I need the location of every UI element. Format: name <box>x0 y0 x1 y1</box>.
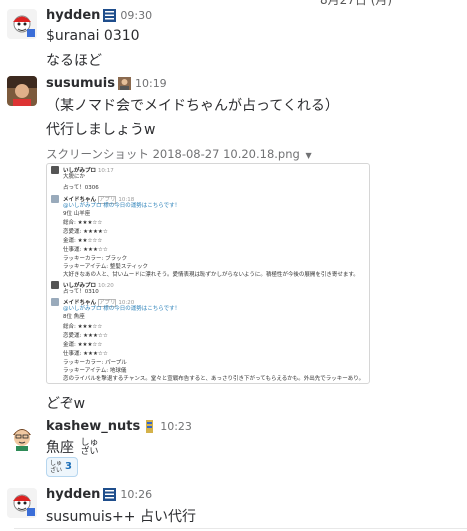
reaction-count: 3 <box>65 461 72 472</box>
status-emoji-icon <box>143 420 156 433</box>
avatar[interactable] <box>7 9 37 39</box>
thumb-text: 占って！0306 <box>63 185 99 191</box>
thumb-sender: いしがみプロ 10:20 <box>63 283 114 289</box>
avatar[interactable] <box>7 488 37 518</box>
thumb-text: ラッキーアイテム: 整髪スティック <box>63 264 149 270</box>
avatar-photo-icon <box>7 76 37 106</box>
thumb-sender: メイドちゃん アプリ 10:18 <box>63 196 135 204</box>
thumb-text: 金運: ★★☆☆☆ <box>63 238 103 244</box>
thumb-text: 8位 魚座 <box>63 314 85 320</box>
sender-name[interactable]: hydden 10:26 <box>46 487 152 502</box>
reaction-button[interactable]: しゅ ざい 3 <box>46 457 78 477</box>
message-text: （某ノマド会でメイドちゃんが占ってくれる） <box>46 98 339 114</box>
thumb-text: ラッキーカラー: パープル <box>63 360 127 366</box>
thumb-sender: メイドちゃん アプリ 10:20 <box>63 299 135 307</box>
avatar-image-icon <box>7 488 37 518</box>
thumb-text: 仕事運: ★★★☆☆ <box>63 247 108 253</box>
message-text: 魚座 しゅ ざい <box>46 438 99 457</box>
status-emoji-icon <box>103 9 117 22</box>
thumb-text: 占って！0310 <box>63 289 99 295</box>
thumb-text: @いしがみプロ 様の今日の運勢はこちらです！ <box>63 203 181 209</box>
thumb-text: 恋のライバルを撃退するチャンス。堂々と宣戦布告すると、あっさり引き下がってもらえ… <box>63 376 365 382</box>
thumb-text: 仕事運: ★★★☆☆ <box>63 351 108 357</box>
image-attachment[interactable]: いしがみプロ 10:17 大脱にか 占って！0306 メイドちゃん アプリ 10… <box>46 163 370 384</box>
thumb-text: 総合: ★★★☆☆ <box>63 324 103 330</box>
thumb-text: 大好きなあの人と、甘いムードに漂れそう。愛情表現は恥ずかしがらないように。積極性… <box>63 272 359 278</box>
timestamp[interactable]: 09:30 <box>120 9 152 22</box>
thumb-text: @いしがみプロ 様の今日の運勢はこちらです！ <box>63 306 181 312</box>
sender-name[interactable]: hydden 09:30 <box>46 8 152 23</box>
sender-name[interactable]: kashew_nuts 10:23 <box>46 419 192 434</box>
thumb-avatar <box>51 195 59 203</box>
reaction-emoji-icon: しゅ ざい <box>50 460 63 474</box>
file-name[interactable]: スクリーンショット 2018-08-27 10.20.18.png ▼ <box>46 146 312 162</box>
sender-name[interactable]: susumuis 10:19 <box>46 76 167 91</box>
timestamp[interactable]: 10:26 <box>120 488 152 501</box>
divider <box>14 528 467 529</box>
avatar-mii-icon <box>7 421 37 451</box>
timestamp[interactable]: 10:19 <box>135 77 167 90</box>
thumb-text: 恋愛運: ★★★☆☆ <box>63 333 108 339</box>
status-emoji-icon <box>117 77 131 90</box>
date-divider: 8月27日 (月) <box>320 0 393 7</box>
timestamp[interactable]: 10:23 <box>160 420 192 433</box>
thumb-text: ラッキーカラー: ブラック <box>63 256 128 262</box>
message-text: なるほど <box>46 53 102 69</box>
thumb-text: 恋愛運: ★★★★☆ <box>63 229 108 235</box>
avatar[interactable] <box>7 421 37 451</box>
thumb-avatar <box>51 281 59 289</box>
avatar-image-icon <box>7 9 37 39</box>
message-text: 代行しましょうw <box>46 122 156 138</box>
thumb-sender: いしがみプロ 10:17 <box>63 168 114 174</box>
message-text: $uranai 0310 <box>46 28 140 44</box>
chevron-down-icon[interactable]: ▼ <box>305 151 311 160</box>
thumb-avatar <box>51 298 59 306</box>
status-emoji-icon <box>103 488 117 501</box>
thumb-text: 大脱にか <box>63 174 86 180</box>
thumb-text: 9位 山羊座 <box>63 211 91 217</box>
message-text: どぞw <box>46 396 86 412</box>
message-text: susumuis++ 占い代行 <box>46 509 196 525</box>
thumb-text: 金運: ★★★☆☆ <box>63 342 103 348</box>
ruby-emoji: しゅ ざい <box>80 438 99 457</box>
thumb-text: 総合: ★★★☆☆ <box>63 220 103 226</box>
avatar[interactable] <box>7 76 37 106</box>
thumb-avatar <box>51 166 59 174</box>
thumb-text: ラッキーアイテム: 地球儀 <box>63 368 127 374</box>
